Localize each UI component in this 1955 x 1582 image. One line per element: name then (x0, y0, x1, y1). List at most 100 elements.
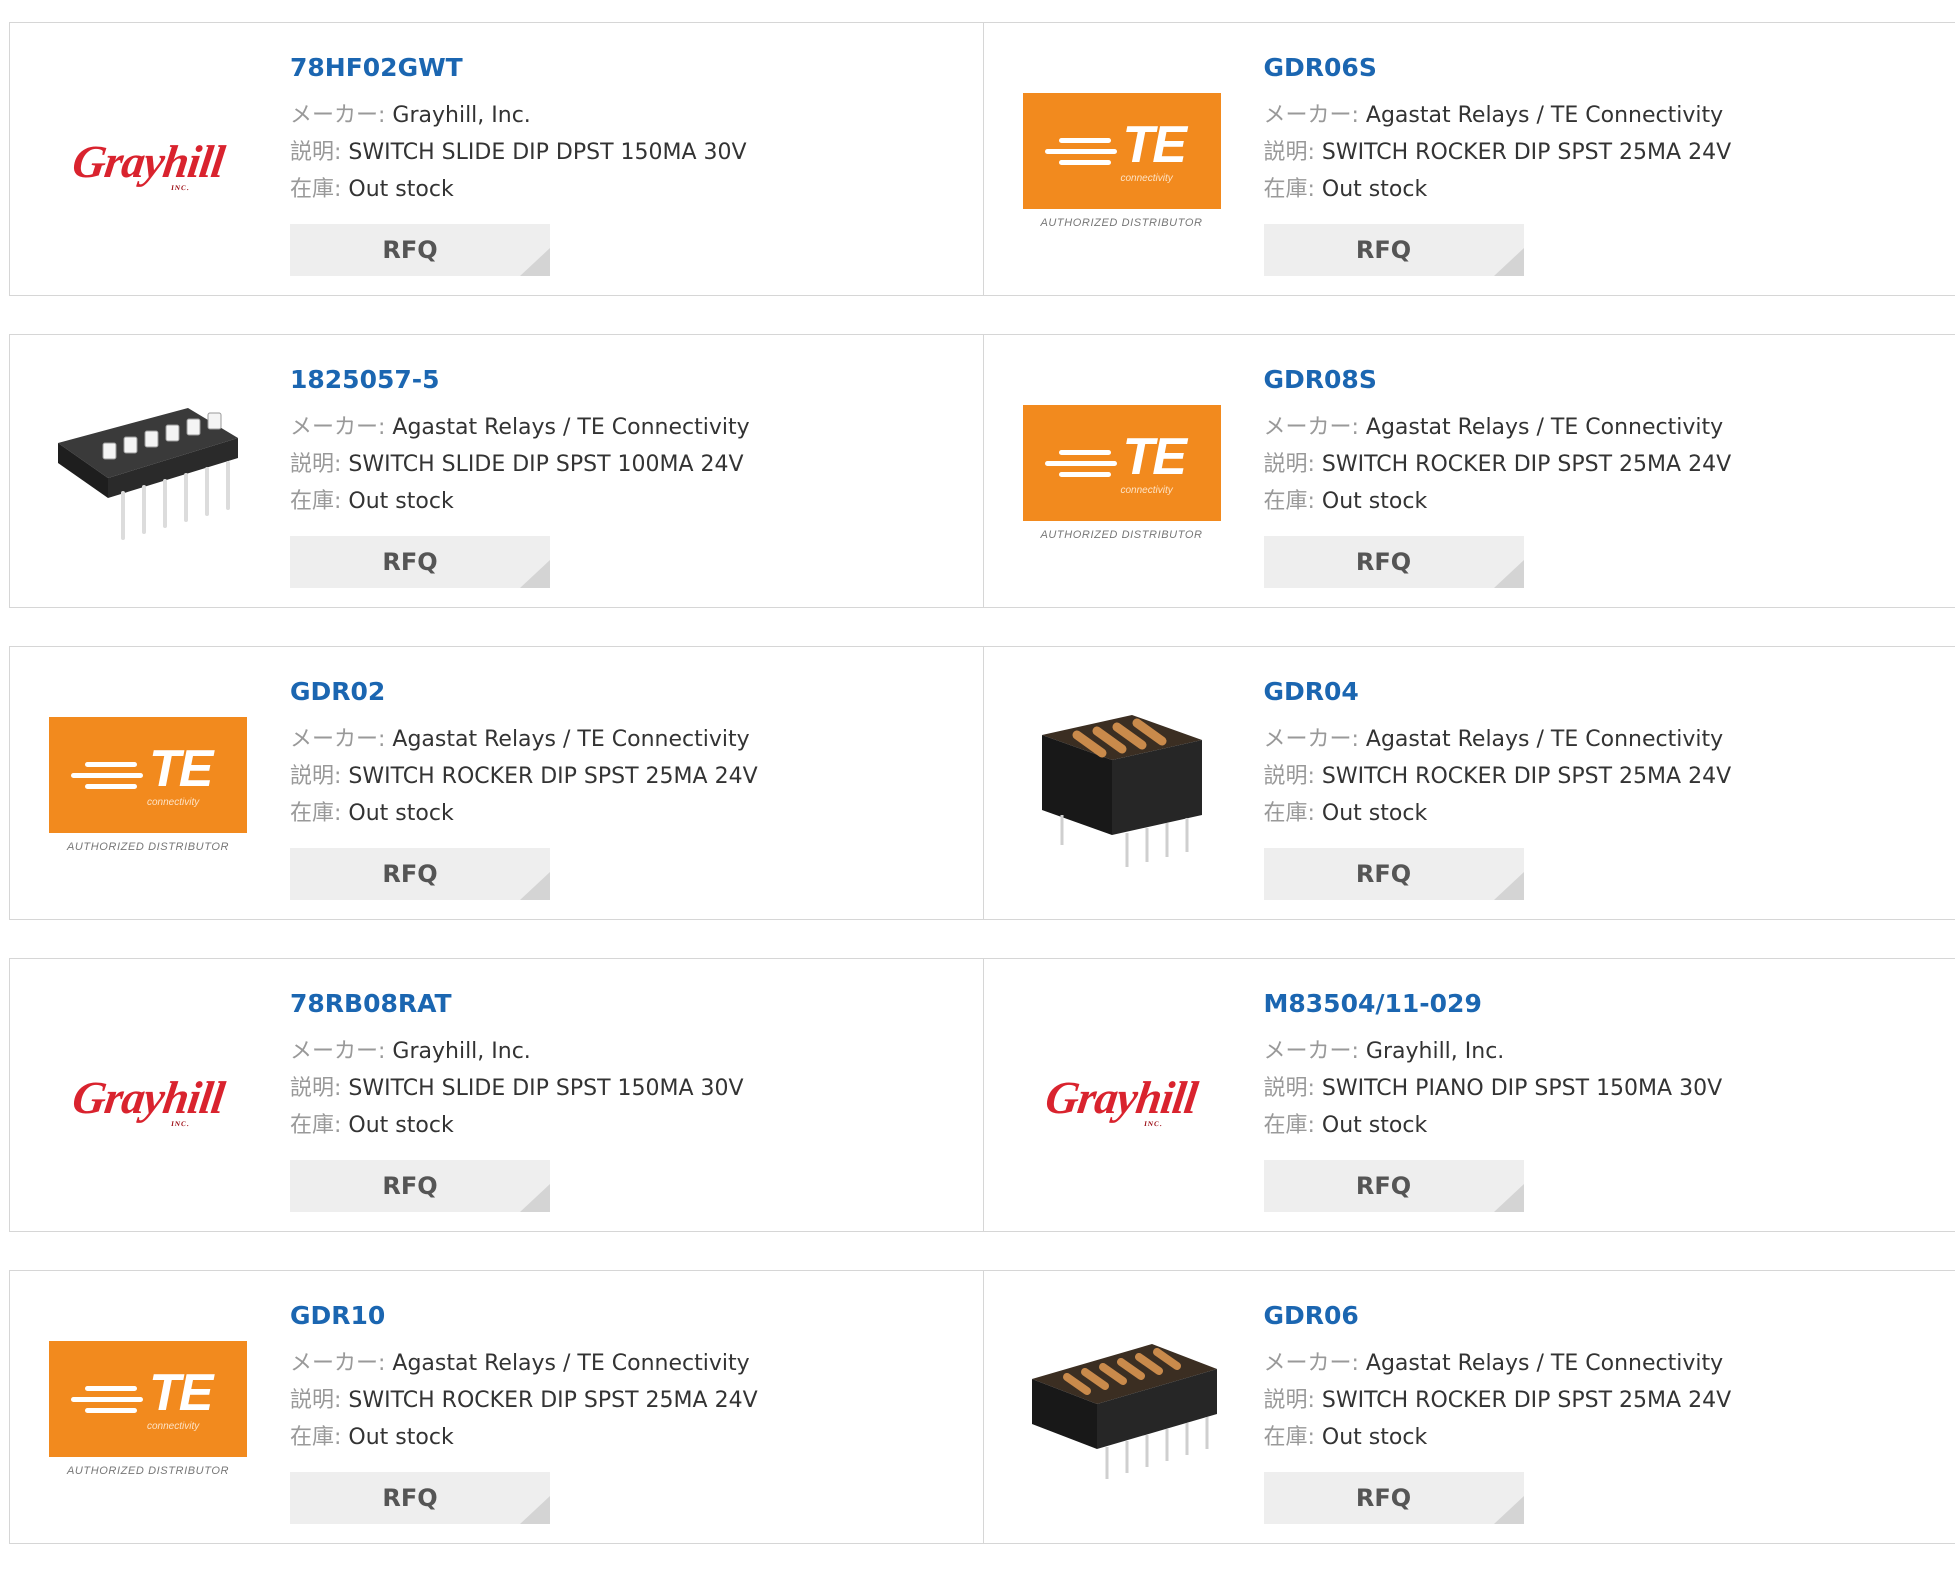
stock-value: Out stock (1322, 489, 1427, 514)
grayhill-wordmark: Grayhill (69, 136, 227, 187)
rfq-button-label: RFQ (1356, 548, 1411, 576)
product-info: GDR06 メーカー: Agastat Relays / TE Connecti… (1264, 1301, 1732, 1456)
product-stock: 在庫: Out stock (1264, 171, 1732, 208)
rfq-button-label: RFQ (382, 860, 437, 888)
product-part-number-link[interactable]: GDR04 (1264, 677, 1732, 707)
product-image[interactable]: TE connectivity AUTHORIZED DISTRIBUTOR (48, 1319, 248, 1499)
rfq-corner-fold (520, 560, 550, 588)
product-image[interactable]: Grayhill INC. (48, 1007, 248, 1187)
stock-label: 在庫: (1264, 177, 1315, 202)
stock-value: Out stock (348, 1425, 453, 1450)
product-stock: 在庫: Out stock (1264, 1419, 1732, 1456)
product-info: GDR02 メーカー: Agastat Relays / TE Connecti… (290, 677, 758, 832)
description-label: 説明: (290, 1076, 341, 1101)
rfq-button[interactable]: RFQ (290, 224, 550, 276)
description-label: 説明: (1264, 140, 1315, 165)
grayhill-inc: INC. (1144, 1120, 1164, 1128)
product-description: 説明: SWITCH ROCKER DIP SPST 25MA 24V (1264, 446, 1732, 483)
rfq-corner-fold (520, 248, 550, 276)
grayhill-logo: Grayhill INC. (69, 1071, 227, 1124)
te-logo-connectivity: connectivity (147, 797, 199, 808)
rfq-button-label: RFQ (1356, 860, 1411, 888)
product-part-number-link[interactable]: 1825057-5 (290, 365, 750, 395)
rocker-dip-switch-photo (1022, 695, 1222, 875)
description-label: 説明: (1264, 452, 1315, 477)
stock-value: Out stock (1322, 801, 1427, 826)
rfq-button[interactable]: RFQ (290, 1160, 550, 1212)
stock-value: Out stock (348, 489, 453, 514)
product-manufacturer: メーカー: Agastat Relays / TE Connectivity (1264, 1345, 1732, 1382)
authorized-distributor-label: AUTHORIZED DISTRIBUTOR (67, 1465, 229, 1477)
rfq-button[interactable]: RFQ (290, 848, 550, 900)
product-image[interactable]: TE connectivity AUTHORIZED DISTRIBUTOR (1022, 383, 1222, 563)
stock-value: Out stock (1322, 1113, 1427, 1138)
product-part-number-link[interactable]: GDR08S (1264, 365, 1732, 395)
rfq-button[interactable]: RFQ (290, 1472, 550, 1524)
dip-switch-photo (48, 393, 248, 553)
rfq-button[interactable]: RFQ (1264, 536, 1524, 588)
product-description: 説明: SWITCH SLIDE DIP SPST 100MA 24V (290, 446, 750, 483)
product-row: TE connectivity AUTHORIZED DISTRIBUTOR G… (9, 646, 1955, 920)
product-stock: 在庫: Out stock (1264, 483, 1732, 520)
te-logo-badge: TE connectivity (1023, 93, 1221, 209)
description-label: 説明: (290, 140, 341, 165)
description-label: 説明: (290, 1388, 341, 1413)
product-image[interactable] (1022, 1319, 1222, 1499)
manufacturer-label: メーカー: (1264, 415, 1359, 440)
te-logo-connectivity: connectivity (147, 1421, 199, 1432)
authorized-distributor-label: AUTHORIZED DISTRIBUTOR (1040, 217, 1202, 229)
product-part-number-link[interactable]: GDR10 (290, 1301, 758, 1331)
product-part-number-link[interactable]: M83504/11-029 (1264, 989, 1723, 1019)
rfq-corner-fold (1494, 560, 1524, 588)
product-part-number-link[interactable]: 78RB08RAT (290, 989, 744, 1019)
rfq-corner-fold (520, 872, 550, 900)
product-image[interactable] (1022, 695, 1222, 875)
manufacturer-label: メーカー: (290, 727, 385, 752)
product-card: 1825057-5 メーカー: Agastat Relays / TE Conn… (10, 335, 983, 607)
product-image[interactable]: Grayhill INC. (48, 71, 248, 251)
product-image[interactable]: TE connectivity AUTHORIZED DISTRIBUTOR (1022, 71, 1222, 251)
description-value: SWITCH SLIDE DIP DPST 150MA 30V (348, 140, 746, 165)
rfq-button[interactable]: RFQ (1264, 224, 1524, 276)
te-logo-letters: TE (1123, 431, 1185, 483)
product-manufacturer: メーカー: Agastat Relays / TE Connectivity (290, 409, 750, 446)
product-description: 説明: SWITCH ROCKER DIP SPST 25MA 24V (1264, 1382, 1732, 1419)
rfq-button[interactable]: RFQ (1264, 1472, 1524, 1524)
product-grid: Grayhill INC. 78HF02GWT メーカー: Grayhill, … (9, 22, 1955, 1582)
grayhill-wordmark: Grayhill (1043, 1072, 1201, 1123)
product-manufacturer: メーカー: Grayhill, Inc. (1264, 1033, 1723, 1070)
grayhill-logo: Grayhill INC. (1043, 1071, 1201, 1124)
rfq-button[interactable]: RFQ (290, 536, 550, 588)
product-manufacturer: メーカー: Agastat Relays / TE Connectivity (1264, 721, 1732, 758)
grayhill-wordmark: Grayhill (69, 1072, 227, 1123)
grayhill-logo: Grayhill INC. (69, 135, 227, 188)
stock-value: Out stock (1322, 1425, 1427, 1450)
rfq-button[interactable]: RFQ (1264, 1160, 1524, 1212)
stock-label: 在庫: (290, 1425, 341, 1450)
rfq-corner-fold (1494, 1184, 1524, 1212)
rfq-button[interactable]: RFQ (1264, 848, 1524, 900)
description-label: 説明: (1264, 1076, 1315, 1101)
rfq-corner-fold (1494, 1496, 1524, 1524)
product-image[interactable]: Grayhill INC. (1022, 1007, 1222, 1187)
product-description: 説明: SWITCH ROCKER DIP SPST 25MA 24V (1264, 134, 1732, 171)
te-logo-letters: TE (149, 1367, 211, 1419)
manufacturer-value: Agastat Relays / TE Connectivity (1366, 103, 1723, 128)
rfq-button-label: RFQ (382, 236, 437, 264)
product-stock: 在庫: Out stock (290, 1107, 744, 1144)
stock-label: 在庫: (1264, 1425, 1315, 1450)
rfq-button-label: RFQ (1356, 1484, 1411, 1512)
product-part-number-link[interactable]: GDR06 (1264, 1301, 1732, 1331)
product-part-number-link[interactable]: GDR02 (290, 677, 758, 707)
product-image[interactable]: TE connectivity AUTHORIZED DISTRIBUTOR (48, 695, 248, 875)
product-info: GDR08S メーカー: Agastat Relays / TE Connect… (1264, 365, 1732, 520)
product-part-number-link[interactable]: 78HF02GWT (290, 53, 747, 83)
manufacturer-label: メーカー: (1264, 1039, 1359, 1064)
rfq-corner-fold (1494, 872, 1524, 900)
product-description: 説明: SWITCH PIANO DIP SPST 150MA 30V (1264, 1070, 1723, 1107)
rfq-corner-fold (1494, 248, 1524, 276)
product-image[interactable] (48, 383, 248, 563)
manufacturer-label: メーカー: (1264, 727, 1359, 752)
product-part-number-link[interactable]: GDR06S (1264, 53, 1732, 83)
grayhill-inc: INC. (170, 1120, 190, 1128)
